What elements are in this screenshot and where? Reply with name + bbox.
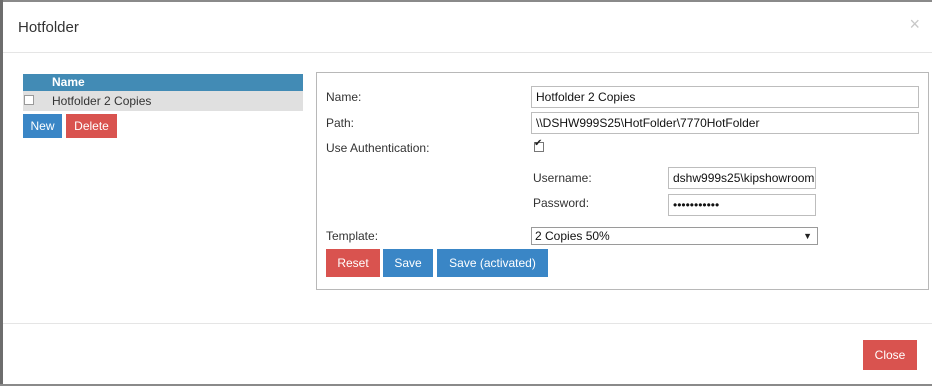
username-label: Username: <box>533 171 592 185</box>
row-checkbox[interactable] <box>24 95 34 105</box>
dialog-title: Hotfolder <box>18 19 79 36</box>
path-field[interactable]: \\DSHW999S25\HotFolder\7770HotFolder <box>531 112 919 134</box>
password-field[interactable]: ••••••••••• <box>668 194 816 216</box>
close-icon[interactable]: × <box>909 15 920 33</box>
hotfolder-form: Name: Hotfolder 2 Copies Path: \\DSHW999… <box>316 72 929 290</box>
template-label: Template: <box>326 229 379 243</box>
delete-button[interactable]: Delete <box>66 114 117 138</box>
name-field[interactable]: Hotfolder 2 Copies <box>531 86 919 108</box>
name-label: Name: <box>326 90 362 104</box>
save-activated-button[interactable]: Save (activated) <box>437 249 548 277</box>
footer-divider <box>3 323 932 324</box>
save-button[interactable]: Save <box>383 249 433 277</box>
template-selected-value: 2 Copies 50% <box>535 229 610 243</box>
use-authentication-checkbox[interactable]: ✔ <box>534 138 544 152</box>
dialog-header: Hotfolder × <box>3 2 932 53</box>
path-label: Path: <box>326 116 355 130</box>
reset-button[interactable]: Reset <box>326 249 380 277</box>
hotfolder-list: Name Hotfolder 2 Copies <box>23 74 303 111</box>
username-field[interactable]: dshw999s25\kipshowroom <box>668 167 816 189</box>
dropdown-arrow-icon: ▼ <box>803 231 812 241</box>
list-column-header[interactable]: Name <box>23 74 303 91</box>
password-label: Password: <box>533 196 590 210</box>
use-authentication-label: Use Authentication: <box>326 141 430 155</box>
window-left-border <box>0 0 3 386</box>
list-item-label: Hotfolder 2 Copies <box>52 94 152 108</box>
template-select[interactable]: 2 Copies 50% ▼ <box>531 227 818 245</box>
close-button[interactable]: Close <box>863 340 917 370</box>
new-button[interactable]: New <box>23 114 62 138</box>
list-item[interactable]: Hotfolder 2 Copies <box>23 91 303 111</box>
checkmark-icon: ✔ <box>534 138 543 149</box>
